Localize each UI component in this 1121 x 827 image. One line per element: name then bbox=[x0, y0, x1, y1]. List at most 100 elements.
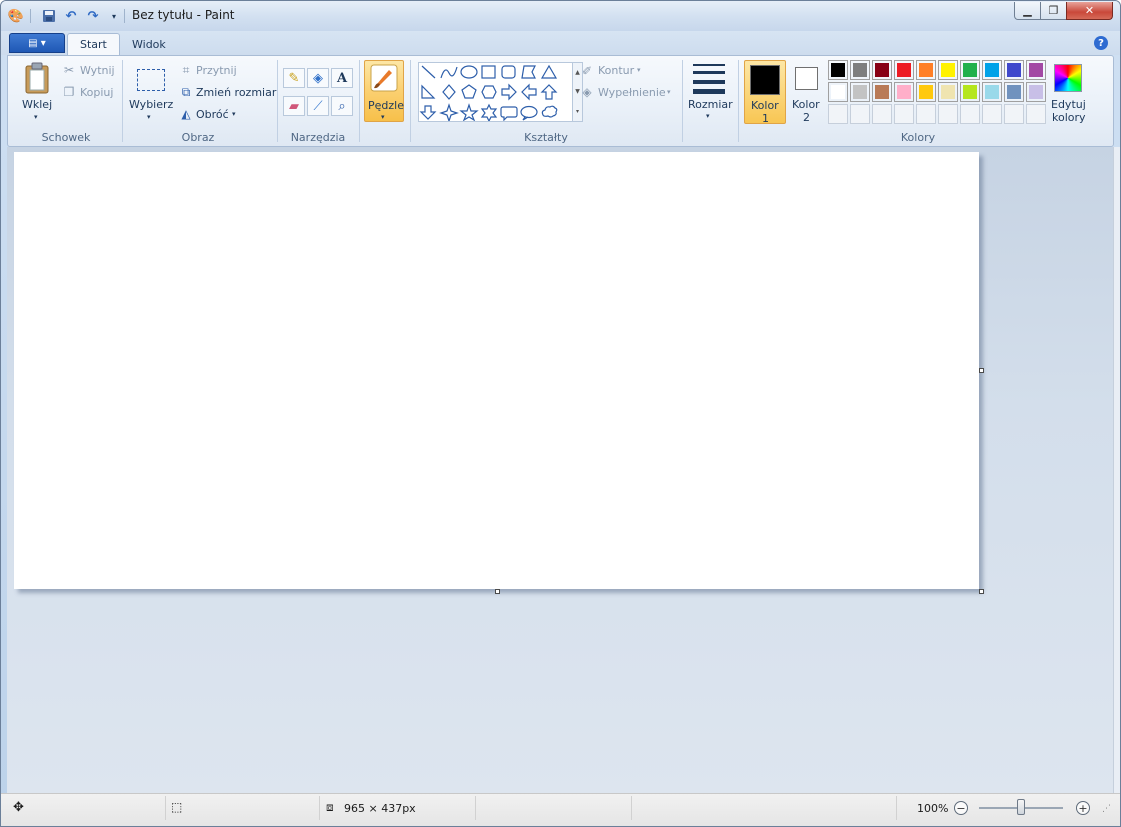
size-icon[interactable] bbox=[692, 64, 726, 94]
help-icon[interactable]: ? bbox=[1094, 36, 1108, 50]
zoom-slider-thumb[interactable] bbox=[1017, 799, 1025, 815]
brushes-dropdown-icon: ▾ bbox=[381, 113, 385, 121]
palette-color-swatch[interactable] bbox=[938, 60, 958, 80]
palette-color-fill bbox=[875, 85, 889, 99]
palette-empty-swatch[interactable] bbox=[894, 104, 914, 124]
palette-color-swatch[interactable] bbox=[982, 82, 1002, 102]
save-icon[interactable] bbox=[40, 7, 58, 25]
outline-button[interactable]: Kontur bbox=[598, 64, 634, 77]
paste-dropdown-icon[interactable]: ▾ bbox=[34, 113, 38, 121]
color1-button[interactable]: Kolor 1 bbox=[744, 60, 786, 125]
palette-color-swatch[interactable] bbox=[828, 60, 848, 80]
undo-icon[interactable]: ↶ bbox=[62, 7, 80, 25]
paste-icon[interactable] bbox=[22, 61, 52, 95]
palette-empty-swatch[interactable] bbox=[916, 104, 936, 124]
copy-button[interactable]: Kopiuj bbox=[80, 86, 113, 99]
select-icon[interactable] bbox=[136, 67, 166, 92]
expand-gallery-icon[interactable]: ▾ bbox=[576, 108, 579, 115]
palette-color-swatch[interactable] bbox=[960, 82, 980, 102]
rotate-icon: ◭ bbox=[181, 107, 191, 121]
customize-qat-icon[interactable]: ▾ bbox=[105, 7, 123, 25]
group-separator bbox=[359, 60, 360, 142]
palette-empty-swatch[interactable] bbox=[938, 104, 958, 124]
pencil-icon[interactable]: ✎ bbox=[283, 68, 305, 88]
palette-empty-swatch[interactable] bbox=[828, 104, 848, 124]
cut-button[interactable]: Wytnij bbox=[80, 64, 115, 77]
close-button[interactable]: ✕ bbox=[1066, 2, 1113, 20]
clipboard-group-label: Schowek bbox=[41, 131, 91, 144]
paint-app-icon[interactable]: 🎨 bbox=[7, 7, 25, 25]
select-dropdown-icon[interactable]: ▾ bbox=[147, 113, 151, 121]
paste-button[interactable]: Wklej bbox=[22, 98, 52, 111]
edit-colors-label[interactable]: Edytuj bbox=[1051, 98, 1086, 111]
text-tool-icon[interactable]: A bbox=[331, 68, 353, 88]
group-separator bbox=[122, 60, 123, 142]
size-button[interactable]: Rozmiar bbox=[688, 98, 733, 111]
palette-color-swatch[interactable] bbox=[872, 82, 892, 102]
palette-color-swatch[interactable] bbox=[850, 60, 870, 80]
palette-color-fill bbox=[1007, 63, 1021, 77]
status-divider bbox=[475, 796, 476, 820]
eraser-icon[interactable]: ▰ bbox=[283, 96, 305, 116]
palette-color-fill bbox=[1029, 63, 1043, 77]
title-bar: 🎨 ↶ ↷ ▾ Bez tytułu - Paint ▁ ❐ ✕ bbox=[1, 1, 1120, 31]
minimize-button[interactable]: ▁ bbox=[1014, 2, 1041, 20]
palette-color-swatch[interactable] bbox=[850, 82, 870, 102]
resize-handle-corner[interactable] bbox=[979, 589, 984, 594]
crop-button[interactable]: Przytnij bbox=[196, 64, 237, 77]
edit-colors-label-2: kolory bbox=[1052, 111, 1086, 124]
vertical-scrollbar[interactable] bbox=[1113, 147, 1120, 793]
palette-color-swatch[interactable] bbox=[894, 82, 914, 102]
palette-color-swatch[interactable] bbox=[1004, 82, 1024, 102]
resize-handle-bottom[interactable] bbox=[495, 589, 500, 594]
palette-empty-swatch[interactable] bbox=[872, 104, 892, 124]
canvas[interactable] bbox=[14, 152, 979, 589]
tab-start[interactable]: Start bbox=[67, 33, 120, 55]
palette-color-swatch[interactable] bbox=[894, 60, 914, 80]
palette-color-swatch[interactable] bbox=[916, 60, 936, 80]
palette-color-swatch[interactable] bbox=[982, 60, 1002, 80]
zoom-out-icon[interactable]: − bbox=[954, 801, 968, 815]
palette-color-swatch[interactable] bbox=[1026, 82, 1046, 102]
color2-label[interactable]: Kolor bbox=[792, 98, 820, 111]
color2-swatch[interactable] bbox=[795, 67, 818, 90]
palette-empty-swatch[interactable] bbox=[850, 104, 870, 124]
color1-label: Kolor bbox=[751, 99, 779, 112]
group-separator bbox=[738, 60, 739, 142]
resize-handle-right[interactable] bbox=[979, 368, 984, 373]
brushes-button[interactable]: Pędzle ▾ bbox=[364, 60, 404, 122]
maximize-button[interactable]: ❐ bbox=[1040, 2, 1067, 20]
palette-color-swatch[interactable] bbox=[828, 82, 848, 102]
select-button[interactable]: Wybierz bbox=[129, 98, 173, 111]
palette-color-swatch[interactable] bbox=[938, 82, 958, 102]
fill-bucket-icon[interactable]: ◈ bbox=[307, 68, 329, 88]
color-picker-icon[interactable]: ⟋ bbox=[307, 96, 329, 116]
redo-icon[interactable]: ↷ bbox=[84, 7, 102, 25]
resize-button[interactable]: Zmień rozmiar bbox=[196, 86, 276, 99]
paint-menu-button[interactable]: ▤ ▾ bbox=[9, 33, 65, 53]
rotate-dropdown-icon[interactable]: ▾ bbox=[232, 110, 236, 118]
palette-color-swatch[interactable] bbox=[872, 60, 892, 80]
resize-grip-icon[interactable]: ⋰ bbox=[1102, 804, 1111, 814]
tab-widok[interactable]: Widok bbox=[120, 33, 178, 55]
outline-dropdown-icon[interactable]: ▾ bbox=[637, 66, 641, 74]
palette-color-swatch[interactable] bbox=[1026, 60, 1046, 80]
palette-empty-swatch[interactable] bbox=[960, 104, 980, 124]
magnifier-icon[interactable]: ⌕ bbox=[331, 96, 353, 116]
fill-button[interactable]: Wypełnienie bbox=[598, 86, 666, 99]
zoom-in-icon[interactable]: + bbox=[1076, 801, 1090, 815]
palette-color-fill bbox=[875, 63, 889, 77]
palette-empty-swatch[interactable] bbox=[982, 104, 1002, 124]
edit-colors-icon[interactable] bbox=[1054, 64, 1082, 92]
rotate-button[interactable]: Obróć bbox=[196, 108, 229, 121]
palette-color-swatch[interactable] bbox=[916, 82, 936, 102]
palette-color-swatch[interactable] bbox=[960, 60, 980, 80]
palette-empty-swatch[interactable] bbox=[1004, 104, 1024, 124]
title-separator bbox=[124, 9, 125, 23]
size-dropdown-icon[interactable]: ▾ bbox=[706, 112, 710, 120]
palette-color-fill bbox=[919, 63, 933, 77]
palette-color-swatch[interactable] bbox=[1004, 60, 1024, 80]
fill-dropdown-icon[interactable]: ▾ bbox=[667, 88, 671, 96]
palette-empty-swatch[interactable] bbox=[1026, 104, 1046, 124]
brushes-label: Pędzle bbox=[368, 99, 404, 112]
